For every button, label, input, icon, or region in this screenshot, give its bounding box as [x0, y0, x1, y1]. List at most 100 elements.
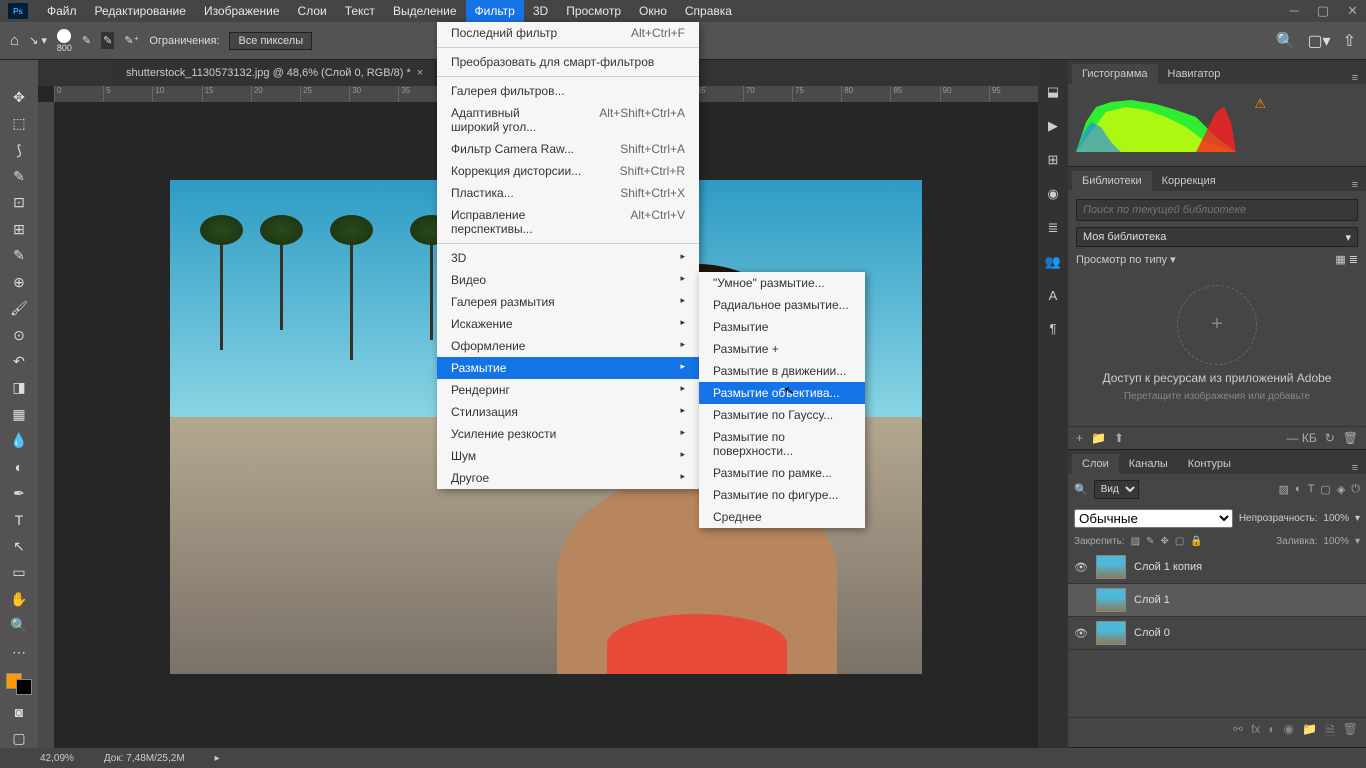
blur-tool[interactable]: 💧: [8, 431, 30, 449]
fx-icon[interactable]: fx: [1251, 722, 1260, 743]
collapsed-panel-icon[interactable]: A: [1049, 288, 1058, 303]
menu-3d[interactable]: 3D: [524, 0, 557, 22]
tab-channels[interactable]: Каналы: [1119, 454, 1178, 474]
menu-item[interactable]: 3D▸: [437, 247, 699, 269]
document-tab[interactable]: shutterstock_1130573132.jpg @ 48,6% (Сло…: [114, 60, 436, 86]
tab-histogram[interactable]: Гистограмма: [1072, 64, 1158, 84]
tab-correction[interactable]: Коррекция: [1152, 171, 1226, 191]
menu-окно[interactable]: Окно: [630, 0, 676, 22]
new-layer-icon[interactable]: 🗎: [1325, 722, 1335, 743]
menu-item[interactable]: Шум▸: [437, 445, 699, 467]
add-icon[interactable]: +: [1076, 431, 1083, 445]
layer-thumbnail[interactable]: [1096, 588, 1126, 612]
layer-thumbnail[interactable]: [1096, 621, 1126, 645]
eraser-tool[interactable]: ◨: [8, 379, 30, 397]
minimize-icon[interactable]: ─: [1290, 3, 1299, 19]
zoom-value[interactable]: 42,09%: [40, 753, 74, 764]
screenmode-icon[interactable]: ▢: [8, 729, 30, 747]
submenu-item[interactable]: Размытие по фигуре...: [699, 484, 865, 506]
menu-item[interactable]: Усиление резкости▸: [437, 423, 699, 445]
type-tool[interactable]: T: [8, 511, 30, 529]
brush-sample-bg-icon[interactable]: ✎: [101, 32, 114, 49]
brush-tool[interactable]: 🖌: [8, 299, 30, 317]
home-icon[interactable]: ⌂: [10, 32, 19, 49]
submenu-item[interactable]: Среднее: [699, 506, 865, 528]
brush-sample-lock-icon[interactable]: ✎⁺: [124, 34, 139, 47]
submenu-item[interactable]: Размытие по поверхности...: [699, 426, 865, 462]
brush-sample-icon[interactable]: ✎: [82, 34, 91, 47]
stamp-tool[interactable]: ⊙: [8, 326, 30, 344]
sync-icon[interactable]: ↻: [1325, 431, 1335, 445]
pen-tool[interactable]: ✒: [8, 484, 30, 502]
menu-слои[interactable]: Слои: [289, 0, 336, 22]
quickmask-icon[interactable]: ◙: [8, 703, 30, 721]
tab-layers[interactable]: Слои: [1072, 454, 1119, 474]
close-icon[interactable]: ×: [417, 67, 423, 79]
mask-icon[interactable]: ◐: [1268, 722, 1275, 743]
color-swatches[interactable]: [6, 673, 32, 695]
link-icon[interactable]: ⚯: [1233, 722, 1243, 743]
panel-menu-icon[interactable]: ≡: [1344, 72, 1366, 84]
quick-select-tool[interactable]: ✎: [8, 167, 30, 185]
search-icon[interactable]: 🔍: [1276, 31, 1296, 51]
maximize-icon[interactable]: ▢: [1317, 3, 1329, 19]
menu-item[interactable]: Искажение▸: [437, 313, 699, 335]
fill-value[interactable]: 100%: [1323, 536, 1349, 547]
collapsed-panel-icon[interactable]: ≣: [1048, 220, 1059, 236]
folder-icon[interactable]: 📁: [1091, 431, 1106, 445]
menu-item[interactable]: Фильтр Camera Raw...Shift+Ctrl+A: [437, 138, 699, 160]
lock-all-icon[interactable]: 🔒: [1190, 536, 1202, 547]
collapsed-panel-icon[interactable]: ⊞: [1048, 152, 1059, 168]
filter-smart-icon[interactable]: ◈: [1337, 483, 1345, 496]
menu-выделение[interactable]: Выделение: [384, 0, 466, 22]
lock-pixels-icon[interactable]: ▨: [1131, 536, 1140, 547]
tool-preset-icon[interactable]: ↘ ▾: [29, 34, 47, 47]
healing-tool[interactable]: ⊕: [8, 273, 30, 291]
opacity-value[interactable]: 100%: [1323, 513, 1349, 524]
workspace-icon[interactable]: ▢▾: [1307, 31, 1330, 51]
layer-row[interactable]: Слой 1: [1068, 584, 1366, 617]
collapsed-panel-icon[interactable]: ◉: [1047, 186, 1058, 202]
layer-thumbnail[interactable]: [1096, 555, 1126, 579]
dodge-tool[interactable]: ◐: [8, 458, 30, 476]
menu-item[interactable]: Рендеринг▸: [437, 379, 699, 401]
menu-item[interactable]: Адаптивный широкий угол...Alt+Shift+Ctrl…: [437, 102, 699, 138]
filter-toggle-icon[interactable]: ⏻: [1351, 483, 1360, 496]
collapsed-panel-icon[interactable]: ¶: [1050, 321, 1057, 336]
filter-pixel-icon[interactable]: ▨: [1279, 483, 1289, 496]
menu-файл[interactable]: Файл: [38, 0, 86, 22]
menu-item[interactable]: Исправление перспективы...Alt+Ctrl+V: [437, 204, 699, 240]
lock-move-icon[interactable]: ✥: [1161, 536, 1169, 547]
filter-type-icon[interactable]: T: [1308, 483, 1315, 496]
panel-menu-icon[interactable]: ≡: [1344, 462, 1366, 474]
menu-текст[interactable]: Текст: [336, 0, 384, 22]
library-select[interactable]: Моя библиотека ▾: [1076, 227, 1358, 247]
menu-справка[interactable]: Справка: [676, 0, 741, 22]
menu-item[interactable]: Галерея размытия▸: [437, 291, 699, 313]
frame-tool[interactable]: ⊞: [8, 220, 30, 238]
library-dropzone[interactable]: + Доступ к ресурсам из приложений Adobe …: [1076, 268, 1358, 418]
collapsed-panel-icon[interactable]: ⬓: [1047, 84, 1059, 100]
trash-icon[interactable]: 🗑: [1343, 722, 1358, 743]
tab-paths[interactable]: Контуры: [1178, 454, 1241, 474]
layer-filter-kind[interactable]: Вид: [1094, 480, 1139, 499]
filter-adjust-icon[interactable]: ◐: [1295, 483, 1302, 496]
menu-просмотр[interactable]: Просмотр: [557, 0, 630, 22]
grid-view-icon[interactable]: ▦: [1335, 254, 1345, 266]
lasso-tool[interactable]: ⟆: [8, 141, 30, 159]
menu-item[interactable]: Галерея фильтров...: [437, 80, 699, 102]
lock-artboard-icon[interactable]: ▢: [1175, 536, 1184, 547]
trash-icon[interactable]: 🗑: [1343, 431, 1358, 445]
menu-item[interactable]: Размытие▸: [437, 357, 699, 379]
zoom-tool[interactable]: 🔍: [8, 616, 30, 634]
submenu-item[interactable]: Радиальное размытие...: [699, 294, 865, 316]
history-brush-tool[interactable]: ↶: [8, 352, 30, 370]
adjustment-icon[interactable]: ◉: [1284, 722, 1294, 743]
marquee-tool[interactable]: ⬚: [8, 114, 30, 132]
collapsed-panel-icon[interactable]: ▶: [1048, 118, 1058, 134]
upload-icon[interactable]: ⬆: [1114, 431, 1124, 445]
path-select-tool[interactable]: ↖: [8, 537, 30, 555]
menu-item[interactable]: Коррекция дисторсии...Shift+Ctrl+R: [437, 160, 699, 182]
collapsed-panel-icon[interactable]: 👥: [1045, 254, 1061, 270]
submenu-item[interactable]: Размытие по рамке...: [699, 462, 865, 484]
